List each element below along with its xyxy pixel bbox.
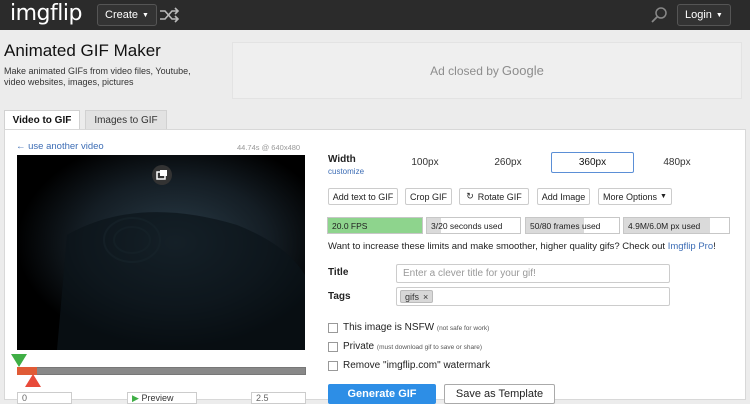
caret-down-icon: ▼ [715,11,723,19]
preview-button[interactable]: ▶ Preview [127,392,197,404]
width-customize-link[interactable]: customize [328,167,364,176]
trim-slider-track[interactable] [17,367,306,375]
private-label-text: Private [343,341,375,352]
page-title: Animated GIF Maker [4,41,161,60]
width-option-100[interactable]: 100px [390,152,460,173]
private-label: Private (must download gif to save or sh… [343,341,482,352]
fps-stat: 20.0 FPS [327,217,423,234]
save-template-button[interactable]: Save as Template [444,384,555,404]
shuffle-icon[interactable] [158,6,180,24]
frames-stat: 50/80 frames used [525,217,620,234]
login-button[interactable]: Login ▼ [677,4,731,26]
tags-input[interactable]: gifs × [396,287,670,306]
preview-label: Preview [141,393,174,403]
rotate-label: Rotate GIF [477,191,522,202]
width-option-360[interactable]: 360px [551,152,634,173]
title-label: Title [328,267,349,278]
nsfw-checkbox[interactable] [328,323,338,333]
ad-text: Ad closed by [430,63,499,78]
promo-text: Want to increase these limits and make s… [328,241,666,252]
private-note: (must download gif to save or share) [376,344,483,351]
tab-video-to-gif[interactable]: Video to GIF [4,110,80,130]
caret-down-icon: ▼ [660,193,667,200]
watermark-label: Remove "imgflip.com" watermark [343,360,490,371]
imgflip-pro-link[interactable]: Imgflip Pro [668,241,713,252]
tag-text: gifs [405,291,420,302]
page-description: Make animated GIFs from video files, You… [4,66,191,87]
watermark-label-text: Remove "imgflip.com" watermark [343,360,491,371]
width-option-260[interactable]: 260px [473,152,543,173]
add-text-button[interactable]: Add text to GIF [328,188,398,205]
more-options-label: More Options [603,191,658,202]
pixels-stat-label: 4.9M/6.0M px used [628,220,701,231]
rotate-icon: ↻ [466,191,474,201]
trim-end-handle-icon[interactable] [24,374,42,387]
nsfw-label: This image is NSFW (not safe for work) [343,322,489,333]
end-time-input[interactable]: 2.5 [251,392,306,404]
private-checkbox[interactable] [328,342,338,352]
fps-stat-label: 20.0 FPS [332,220,368,231]
ad-placeholder: Ad closed by Google [232,42,742,99]
search-icon[interactable] [650,6,668,24]
width-option-480[interactable]: 480px [642,152,712,173]
imgflip-logo[interactable]: imgflip [10,1,82,26]
create-label: Create [105,9,139,21]
seconds-stat: 3/20 seconds used [426,217,521,234]
caret-down-icon: ▼ [142,11,149,19]
tags-label: Tags [328,291,351,302]
more-options-button[interactable]: More Options ▼ [598,188,672,205]
seconds-stat-label: 3/20 seconds used [431,220,503,231]
video-meta: 44.74s @ 640x480 [237,143,301,152]
nsfw-label-text: This image is NSFW [343,322,435,333]
login-label: Login [685,9,712,21]
create-menu-button[interactable]: Create ▼ [97,4,157,26]
play-icon: ▶ [132,393,139,403]
pixels-stat: 4.9M/6.0M px used [623,217,730,234]
width-label: Width [328,154,356,165]
title-input[interactable]: Enter a clever title for your gif! [396,264,670,283]
add-image-button[interactable]: Add Image [537,188,590,205]
watermark-checkbox[interactable] [328,361,338,371]
frames-stat-label: 50/80 frames used [530,220,601,231]
tag-remove-icon[interactable]: × [423,292,428,302]
generate-gif-button[interactable]: Generate GIF [328,384,436,404]
start-time-input[interactable]: 0 [17,392,72,404]
rotate-gif-button[interactable]: ↻ Rotate GIF [459,188,529,205]
promo-suffix: ! [713,241,716,252]
tab-images-to-gif[interactable]: Images to GIF [85,110,167,130]
tag-pill: gifs × [400,290,434,303]
top-navbar: imgflip Create ▼ Login ▼ [0,0,750,30]
upgrade-promo: Want to increase these limits and make s… [328,241,716,252]
trim-start-handle-icon[interactable] [10,354,28,367]
crop-gif-button[interactable]: Crop GIF [405,188,452,205]
nsfw-note: (not safe for work) [436,325,490,332]
fullscreen-icon[interactable] [152,165,172,185]
use-another-video-link[interactable]: ← use another video [16,141,104,152]
ad-brand: Google [501,63,544,78]
